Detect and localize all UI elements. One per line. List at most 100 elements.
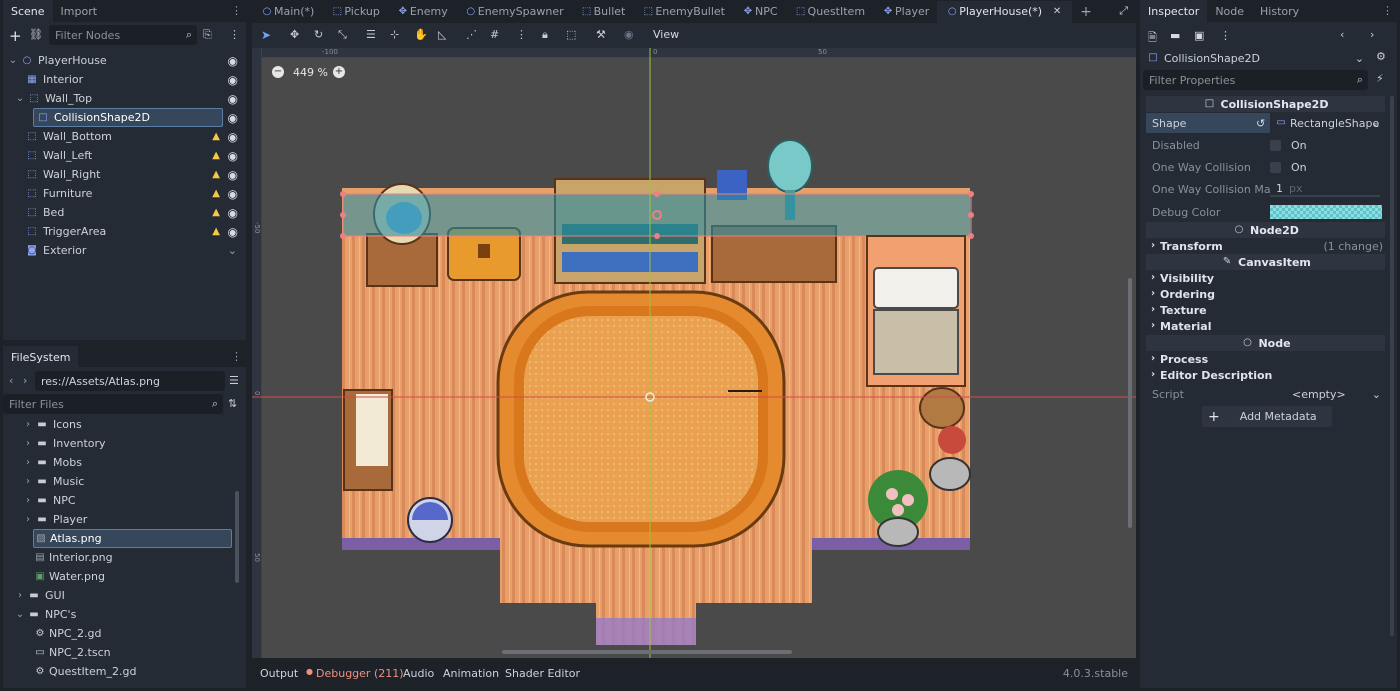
link-icon[interactable]: ⛓ [29,28,43,41]
fs-folder-player[interactable]: › ▬ Player [3,510,239,529]
visibility-eye-icon[interactable]: ◉ [228,206,238,220]
visibility-eye-icon[interactable]: ◉ [228,73,238,87]
chevron-right-icon[interactable]: › [21,418,35,432]
tab-output[interactable]: Output [260,667,298,680]
tree-item-wall-right[interactable]: ⬚ Wall_Right ▲ ◉ [3,165,246,184]
chevron-right-icon[interactable]: › [13,589,27,603]
tab-node[interactable]: Node [1207,0,1252,22]
warning-icon[interactable]: ▲ [212,207,220,218]
fs-file-npc2-tscn[interactable]: ▭ NPC_2.tscn [3,643,239,662]
view-menu-button[interactable]: View [653,28,679,41]
scene-tab-enemybullet[interactable]: ⬚ EnemyBullet [633,1,733,23]
dock-menu-icon[interactable]: ⋮ [1382,4,1393,17]
add-metadata-button[interactable]: + Add Metadata [1202,406,1332,427]
disabled-checkbox[interactable] [1270,139,1281,151]
scene-tab-pickup[interactable]: ⬚ Pickup [322,1,387,23]
fs-file-interior-png[interactable]: ▤ Interior.png [3,548,239,567]
smart-snap-icon[interactable]: ⋰ [466,28,477,41]
revert-icon[interactable]: ↺ [1256,117,1265,130]
visibility-eye-icon[interactable]: ◉ [228,187,238,201]
fs-folder-icons[interactable]: › ▬ Icons [3,415,239,434]
tree-item-wall-top[interactable]: ⌄ ⬚ Wall_Top ◉ [3,89,246,108]
collapse-arrow-icon[interactable]: ⌄ [6,54,20,68]
chevron-right-icon[interactable]: › [21,513,35,527]
save-icon[interactable]: ▣ [1194,29,1204,42]
tree-item-furniture[interactable]: ⬚ Furniture ▲ ◉ [3,184,246,203]
scale-mode-icon[interactable]: ⤡ [338,28,347,42]
visibility-eye-icon[interactable]: ◉ [228,54,238,68]
scene-tab-enemyspawner[interactable]: ○ EnemySpawner [456,1,572,23]
property-script[interactable]: Script <empty> ⌄ [1146,384,1385,404]
group-icon[interactable]: ⬚ [566,28,576,41]
tree-item-collisionshape2d[interactable]: □ CollisionShape2D [33,108,223,127]
history-back-icon[interactable]: ‹ [1340,28,1344,41]
select-mode-icon[interactable]: ➤ [261,28,271,42]
visibility-eye-icon[interactable]: ◉ [228,92,238,106]
category-visibility[interactable]: › Visibility [1146,270,1385,286]
object-selector[interactable]: □ CollisionShape2D ⌄ [1146,49,1368,67]
scene-tab-player[interactable]: ✥ Player [873,1,937,23]
property-debug-color[interactable]: Debug Color [1146,202,1385,222]
scene-menu-icon[interactable]: ⋮ [229,28,240,41]
category-transform[interactable]: › Transform (1 change) [1146,238,1385,254]
dock-menu-icon[interactable]: ⋮ [231,4,242,17]
scene-tab-questitem[interactable]: ⬚ QuestItem [786,1,873,23]
tab-filesystem[interactable]: FileSystem [3,346,79,368]
property-one-way-margin[interactable]: One Way Collision Ma... 1 px [1146,179,1385,199]
new-resource-icon[interactable]: 🗎︎ [1148,29,1157,48]
sort-icon[interactable]: ⇅ [228,397,237,410]
tree-item-triggerarea[interactable]: ⬚ TriggerArea ▲ ◉ [3,222,246,241]
property-one-way-collision[interactable]: One Way Collision On [1146,157,1385,177]
fs-folder-mobs[interactable]: › ▬ Mobs [3,453,239,472]
camera-override-icon[interactable]: ◉ [624,28,634,41]
tree-item-exterior[interactable]: ◙ Exterior ⌄ [3,241,246,260]
tree-item-bed[interactable]: ⬚ Bed ▲ ◉ [3,203,246,222]
visibility-eye-icon[interactable]: ◉ [228,111,238,125]
tab-debugger[interactable]: Debugger (211) [316,667,404,680]
history-forward-icon[interactable]: › [1370,28,1374,41]
category-ordering[interactable]: › Ordering [1146,286,1385,302]
tab-import[interactable]: Import [53,0,106,22]
chevron-right-icon[interactable]: › [21,494,35,508]
property-disabled[interactable]: Disabled On [1146,135,1385,155]
tree-item-playerhouse[interactable]: ⌄ ○ PlayerHouse ◉ [3,51,246,70]
distraction-free-icon[interactable]: ⤢ [1119,4,1128,18]
pivot-mode-icon[interactable]: ⊹ [390,28,399,41]
chevron-right-icon[interactable]: › [21,437,35,451]
margin-spinbox[interactable]: 1 px [1270,181,1380,197]
add-node-icon[interactable]: + [9,27,22,45]
node-tool-icon[interactable]: ⚙ [1376,50,1386,63]
skeleton-bone-icon[interactable]: ⚒ [596,28,606,41]
scene-tab-enemy[interactable]: ✥ Enemy [388,1,456,23]
chevron-right-icon[interactable]: › [21,475,35,489]
scene-tab-npc[interactable]: ✥ NPC [733,1,786,23]
fs-folder-npcs[interactable]: ⌄ ▬ NPC's [3,605,239,624]
dock-menu-icon[interactable]: ⋮ [231,350,242,363]
chevron-down-icon[interactable]: ⌄ [13,608,27,622]
open-folder-icon[interactable]: ▬ [1170,29,1180,42]
warning-icon[interactable]: ▲ [212,188,220,199]
filesystem-scrollbar[interactable] [235,491,239,583]
warning-icon[interactable]: ▲ [212,169,220,180]
visibility-eye-icon[interactable]: ◉ [228,225,238,239]
scene-tab-main[interactable]: ○ Main(*) [252,1,322,23]
warning-icon[interactable]: ▲ [212,226,220,237]
shape-resource-picker[interactable]: ▭ RectangleShape ⌄ [1270,113,1385,133]
path-field[interactable]: res://Assets/Atlas.png [35,371,225,391]
tree-item-wall-bottom[interactable]: ⬚ Wall_Bottom ▲ ◉ [3,127,246,146]
move-mode-icon[interactable]: ✥ [290,28,299,41]
tab-audio[interactable]: Audio [403,667,434,680]
grid-snap-icon[interactable]: # [490,28,499,41]
scene-tab-playerhouse[interactable]: ○ PlayerHouse(*) ✕ [937,0,1073,23]
snap-options-icon[interactable]: ⋮ [516,28,527,41]
tree-item-interior[interactable]: ▦ Interior ◉ [3,70,246,89]
tab-scene[interactable]: Scene [3,0,53,22]
fs-file-water-png[interactable]: ▣ Water.png [3,567,239,586]
warning-icon[interactable]: ▲ [212,131,220,142]
visibility-eye-icon[interactable]: ◉ [228,168,238,182]
property-shape[interactable]: Shape ↺ ▭ RectangleShape ⌄ [1146,113,1385,133]
fs-folder-music[interactable]: › ▬ Music [3,472,239,491]
fs-folder-npc[interactable]: › ▬ NPC [3,491,239,510]
visibility-eye-icon[interactable]: ◉ [228,130,238,144]
debug-color-swatch[interactable] [1270,205,1382,219]
